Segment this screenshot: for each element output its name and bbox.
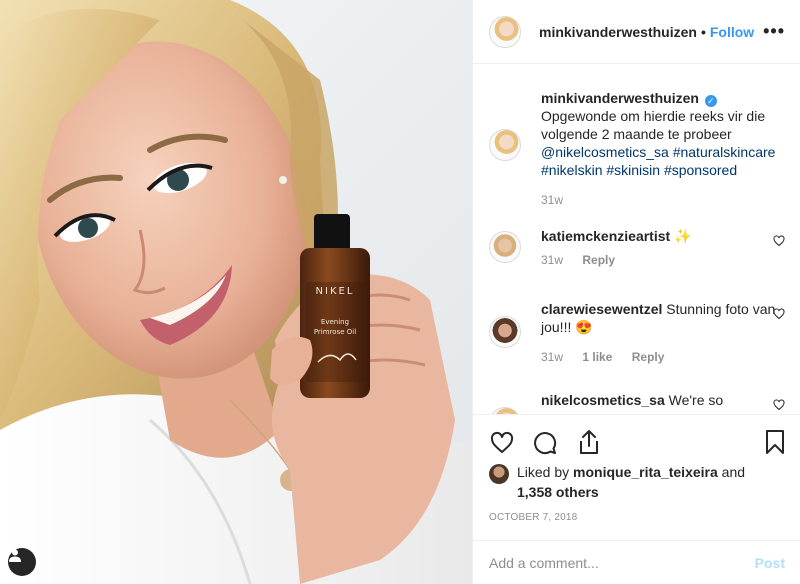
post-photo[interactable]: NIKEL Evening Primrose Oil <box>0 0 472 584</box>
user-tag-button[interactable] <box>8 548 36 576</box>
person-icon <box>9 549 21 562</box>
like-comment-icon[interactable] <box>773 235 785 247</box>
comment-time[interactable]: 31w <box>541 350 563 364</box>
instagram-post-view: NIKEL Evening Primrose Oil minkivanderwe… <box>0 0 800 584</box>
caption-username[interactable]: minkivanderwesthuizen <box>541 90 699 106</box>
selfie-illustration <box>0 0 472 584</box>
comment-likes[interactable]: 1 like <box>582 350 612 364</box>
liked-by-prefix: Liked by <box>517 464 570 480</box>
share-icon[interactable] <box>577 429 601 455</box>
commenter-avatar[interactable] <box>489 316 521 348</box>
add-comment-bar: Post <box>473 540 800 584</box>
comment-input[interactable] <box>489 554 755 571</box>
bottle-brand: NIKEL <box>315 286 355 297</box>
liked-by-user[interactable]: monique_rita_teixeira <box>573 464 718 480</box>
commenter-avatar[interactable] <box>489 231 521 263</box>
comment-time[interactable]: 31w <box>541 253 563 267</box>
verified-badge-icon: ✓ <box>704 95 717 107</box>
more-options-icon[interactable]: ••• <box>763 22 785 40</box>
header-separator: • <box>700 23 706 40</box>
comment-username[interactable]: clarewiesewentzel <box>541 301 662 317</box>
caption-text: Opgewonde om hierdie reeks vir die volge… <box>541 108 766 142</box>
comment-icon[interactable] <box>533 431 557 455</box>
caption-time[interactable]: 31w <box>541 193 563 207</box>
commenter-avatar[interactable] <box>489 407 521 414</box>
like-icon[interactable] <box>489 431 515 455</box>
post-comment-button[interactable]: Post <box>755 555 785 571</box>
post-date[interactable]: OCTOBER 7, 2018 <box>489 512 577 523</box>
comment-username[interactable]: katiemckenzieartist <box>541 228 670 244</box>
liked-by-and: and <box>721 464 746 480</box>
author-avatar[interactable] <box>489 15 521 48</box>
bookmark-icon[interactable] <box>765 429 785 455</box>
comments-list[interactable]: minkivanderwesthuizen ✓ Opgewonde om hie… <box>473 65 800 414</box>
comment-username[interactable]: nikelcosmetics_sa <box>541 392 665 408</box>
post-sidebar: minkivanderwesthuizen • Follow ••• minki… <box>472 0 800 584</box>
bottle-product-line2: Primrose Oil <box>313 328 357 336</box>
reply-button[interactable]: Reply <box>632 350 665 364</box>
author-username[interactable]: minkivanderwesthuizen <box>539 24 697 40</box>
comment-text: ✨ <box>674 228 692 244</box>
liked-by: Liked by monique_rita_teixeira and 1,358… <box>489 462 789 502</box>
like-comment-icon[interactable] <box>773 399 785 411</box>
likes-count[interactable]: 1,358 others <box>517 484 599 500</box>
bottle-product-line1: Evening <box>320 318 350 326</box>
comment-text: We're so <box>668 392 724 408</box>
reply-button[interactable]: Reply <box>582 253 615 267</box>
post-header: minkivanderwesthuizen • Follow ••• <box>473 0 800 64</box>
like-comment-icon[interactable] <box>773 308 785 320</box>
caption-avatar[interactable] <box>489 129 521 161</box>
caption-tags[interactable]: @nikelcosmetics_sa #naturalskincare #nik… <box>541 143 777 179</box>
liker-avatar[interactable] <box>489 464 509 484</box>
follow-button[interactable]: Follow <box>710 24 754 40</box>
